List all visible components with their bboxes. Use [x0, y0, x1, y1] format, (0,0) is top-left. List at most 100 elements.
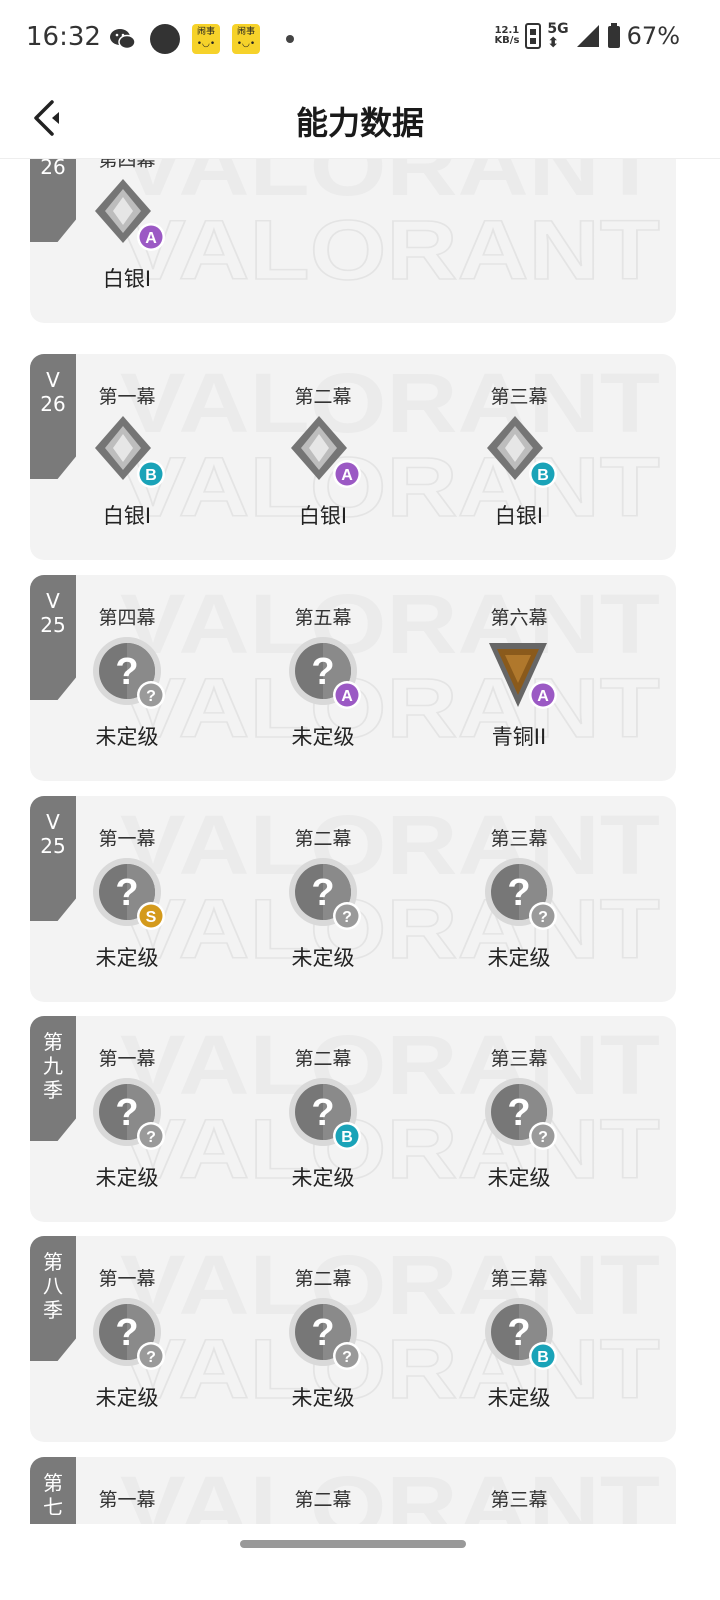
act-rank-item[interactable]: 第二幕?? 未定级 — [263, 796, 383, 1002]
app-notification-icon: 闹事 •◡• — [232, 24, 260, 54]
season-card[interactable]: VALORANT VALORANT V 25 第四幕?? 未定级 第五幕? A 未定级 第六幕 A 青… — [30, 575, 676, 781]
page-title: 能力数据 — [295, 104, 424, 142]
act-rank-item[interactable]: 第六幕 A 青铜II — [459, 575, 579, 781]
rank-label: 未定级 — [95, 1386, 159, 1410]
season-card[interactable]: VALORANT VALORANT 第九季第一幕?? 未定级 第二幕? B 未定级 第三幕??… — [30, 1016, 676, 1222]
status-time: 16:32 — [26, 22, 101, 52]
unranked-icon: ?? — [93, 1074, 165, 1154]
svg-text:?: ? — [146, 1129, 156, 1146]
svg-text:?: ? — [342, 1349, 352, 1366]
svg-text:?: ? — [311, 1092, 334, 1134]
act-rank-item[interactable]: 第二幕? B 未定级 — [263, 1016, 383, 1222]
silver-rank-icon: B — [93, 412, 165, 492]
act-rank-item[interactable]: 第一幕? S 未定级 — [67, 796, 187, 1002]
system-indicators: 12.1 KB/s 5G ⬍ 67% — [494, 22, 680, 50]
act-rank-item[interactable]: 第二幕 A 白银I — [263, 354, 383, 560]
valorant-watermark: VALORANTVALORANT — [119, 575, 670, 781]
unranked-icon: ?? — [289, 1294, 361, 1374]
season-card[interactable]: VALORANTVALORANTV26第四幕A白银I — [30, 159, 676, 323]
act-title: 第二幕 — [294, 828, 352, 850]
act-title: 第一幕 — [98, 1489, 156, 1511]
svg-text:B: B — [537, 467, 549, 484]
rank-label: 未定级 — [95, 946, 159, 970]
app-icon-label: 闹事 — [196, 27, 215, 37]
sim-card-icon — [525, 23, 542, 49]
act-rank-item[interactable]: 第四幕 A 白银I — [67, 159, 187, 323]
svg-text:A: A — [341, 467, 353, 484]
svg-text:VALORANT: VALORANT — [120, 661, 660, 755]
act-rank-item[interactable]: 第四幕?? 未定级 — [67, 575, 187, 781]
act-rank-item[interactable]: 第三幕 — [459, 1457, 579, 1524]
svg-text:VALORANT: VALORANT — [120, 882, 660, 976]
svg-text:?: ? — [311, 872, 334, 914]
svg-text:B: B — [341, 1129, 353, 1146]
act-rank-item[interactable]: 第一幕?? 未定级 — [67, 1236, 187, 1442]
network-type: 5G ⬍ — [547, 21, 569, 51]
silver-rank-icon: B — [485, 412, 557, 492]
top-app-bar: 能力数据 — [0, 80, 720, 159]
act-rank-item[interactable]: 第一幕?? 未定级 — [67, 1016, 187, 1222]
act-title: 第一幕 — [98, 1268, 156, 1290]
act-title: 第四幕 — [98, 159, 156, 171]
season-list[interactable]: VALORANTVALORANTV26第四幕A白银IVALORANTVALORA… — [0, 159, 720, 1524]
act-rank-item[interactable]: 第三幕?? 未定级 — [459, 1016, 579, 1222]
svg-text:VALORANT: VALORANT — [120, 1238, 660, 1332]
status-bar: 16:32 闹事 •◡• 闹事 •◡• 12.1 KB/s 5G ⬍ 67% — [0, 0, 720, 80]
rank-label: 未定级 — [291, 1166, 355, 1190]
svg-text:A: A — [145, 230, 157, 247]
valorant-watermark: VALORANTVALORANT — [119, 796, 670, 1002]
silver-rank-icon: A — [93, 175, 165, 255]
act-rank-item[interactable]: 第三幕 B 白银I — [459, 354, 579, 560]
svg-text:VALORANT: VALORANT — [120, 356, 660, 450]
rank-label: 未定级 — [291, 725, 355, 749]
season-card[interactable]: VALORANTVALORANT第七第一幕第二幕第三幕 — [30, 1457, 676, 1524]
act-rank-item[interactable]: 第一幕 — [67, 1457, 187, 1524]
gesture-navigation-bar[interactable] — [240, 1540, 466, 1548]
act-title: 第五幕 — [294, 607, 352, 629]
valorant-watermark: VALORANTVALORANT — [119, 1016, 670, 1222]
svg-text:?: ? — [115, 872, 138, 914]
act-rank-item[interactable]: 第五幕? A 未定级 — [263, 575, 383, 781]
svg-text:VALORANT: VALORANT — [120, 1322, 660, 1416]
season-card[interactable]: VALORANT VALORANT V 25 第一幕? S 未定级 第二幕?? 未定级 第三幕??… — [30, 796, 676, 1002]
unranked-icon: ?? — [485, 854, 557, 934]
act-rank-item[interactable]: 第一幕 B 白银I — [67, 354, 187, 560]
net-speed-unit: KB/s — [494, 35, 520, 46]
svg-text:VALORANT: VALORANT — [120, 577, 660, 671]
season-card[interactable]: VALORANT VALORANT V 26 第一幕 B 白银I 第二幕 A 白银I 第三幕 B 白银I — [30, 354, 676, 560]
unranked-icon: ? S — [93, 854, 165, 934]
act-title: 第三幕 — [490, 1048, 548, 1070]
act-title: 第一幕 — [98, 386, 156, 408]
unranked-icon: ?? — [93, 633, 165, 713]
act-title: 第二幕 — [294, 1268, 352, 1290]
rank-label: 未定级 — [291, 946, 355, 970]
svg-text:?: ? — [507, 1092, 530, 1134]
rank-label: 白银I — [102, 267, 152, 291]
unranked-icon: ? B — [289, 1074, 361, 1154]
svg-text:A: A — [537, 688, 549, 705]
svg-text:A: A — [341, 688, 353, 705]
battery-icon — [607, 23, 620, 48]
svg-text:VALORANT: VALORANT — [120, 203, 660, 297]
rank-label: 青铜II — [491, 725, 547, 749]
net-speed: 12.1 KB/s — [494, 26, 519, 46]
svg-text:?: ? — [538, 1129, 548, 1146]
svg-text:B: B — [537, 1349, 549, 1366]
svg-text:?: ? — [146, 688, 156, 705]
svg-text:?: ? — [342, 909, 352, 926]
svg-text:?: ? — [115, 651, 138, 693]
season-card[interactable]: VALORANT VALORANT 第八季第一幕?? 未定级 第二幕?? 未定级 第三幕? B… — [30, 1236, 676, 1442]
valorant-watermark: VALORANTVALORANT — [120, 1457, 670, 1524]
rank-label: 未定级 — [487, 946, 551, 970]
unranked-icon: ?? — [485, 1074, 557, 1154]
act-rank-item[interactable]: 第二幕 — [263, 1457, 383, 1524]
act-rank-item[interactable]: 第三幕?? 未定级 — [459, 796, 579, 1002]
svg-text:?: ? — [507, 872, 530, 914]
rank-label: 白银I — [494, 504, 544, 528]
rank-label: 未定级 — [487, 1166, 551, 1190]
act-title: 第四幕 — [98, 607, 156, 629]
act-rank-item[interactable]: 第三幕? B 未定级 — [459, 1236, 579, 1442]
act-rank-item[interactable]: 第二幕?? 未定级 — [263, 1236, 383, 1442]
valorant-watermark: VALORANTVALORANT — [119, 354, 670, 560]
act-title: 第六幕 — [490, 607, 548, 629]
